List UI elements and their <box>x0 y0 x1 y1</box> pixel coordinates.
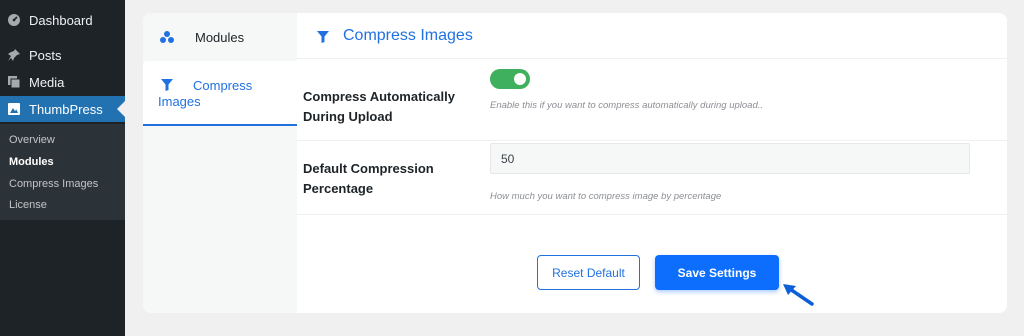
percentage-help: How much you want to compress image by p… <box>490 191 722 202</box>
media-icon <box>7 75 21 89</box>
filter-icon <box>317 30 329 43</box>
menu-item-thumbpress[interactable]: ThumbPress <box>0 96 125 122</box>
menu-item-dashboard[interactable]: Dashboard <box>0 7 125 33</box>
submenu-item-compress-images[interactable]: Compress Images <box>9 178 98 190</box>
section-header: Compress Images <box>297 13 1007 59</box>
save-settings-button[interactable]: Save Settings <box>655 255 779 290</box>
tab-modules[interactable]: Modules <box>143 25 297 49</box>
percentage-input[interactable] <box>490 143 970 174</box>
menu-item-media[interactable]: Media <box>0 69 125 95</box>
section-title: Compress Images <box>343 26 473 44</box>
settings-tabs: Modules Compress Images <box>143 13 297 313</box>
auto-compress-toggle[interactable] <box>490 69 530 89</box>
submenu-item-overview[interactable]: Overview <box>9 134 55 146</box>
auto-compress-label: Compress Automatically During Upload <box>303 89 455 124</box>
pin-icon <box>7 48 21 62</box>
tab-label: Modules <box>195 29 245 45</box>
modules-icon <box>159 30 175 44</box>
submenu-item-modules[interactable]: Modules <box>9 156 54 168</box>
auto-compress-help: Enable this if you want to compress auto… <box>490 100 764 111</box>
settings-card: Modules Compress Images Compress Images … <box>143 13 1007 313</box>
tab-label: Compress Images <box>158 78 253 109</box>
reset-default-button[interactable]: Reset Default <box>537 255 640 290</box>
admin-sidebar: Dashboard Posts Media ThumbPress Overvie… <box>0 0 125 336</box>
menu-item-posts[interactable]: Posts <box>0 42 125 68</box>
thumbpress-submenu: Overview Modules Compress Images License <box>0 124 125 220</box>
percentage-label: Default Compression Percentage <box>303 161 434 196</box>
setting-row-auto-compress: Compress Automatically During Upload Ena… <box>297 59 1007 141</box>
thumbpress-icon <box>7 102 21 116</box>
submenu-item-license[interactable]: License <box>9 199 47 211</box>
dashboard-icon <box>7 13 21 27</box>
tab-compress-images[interactable]: Compress Images <box>143 61 297 126</box>
menu-item-label: Posts <box>29 47 62 63</box>
setting-row-percentage: Default Compression Percentage How much … <box>297 141 1007 215</box>
menu-item-label: Media <box>29 74 65 90</box>
pointer-arrow-icon <box>783 284 814 306</box>
menu-item-label: Dashboard <box>29 12 93 28</box>
toggle-knob <box>514 73 526 85</box>
menu-item-label: ThumbPress <box>29 101 103 117</box>
